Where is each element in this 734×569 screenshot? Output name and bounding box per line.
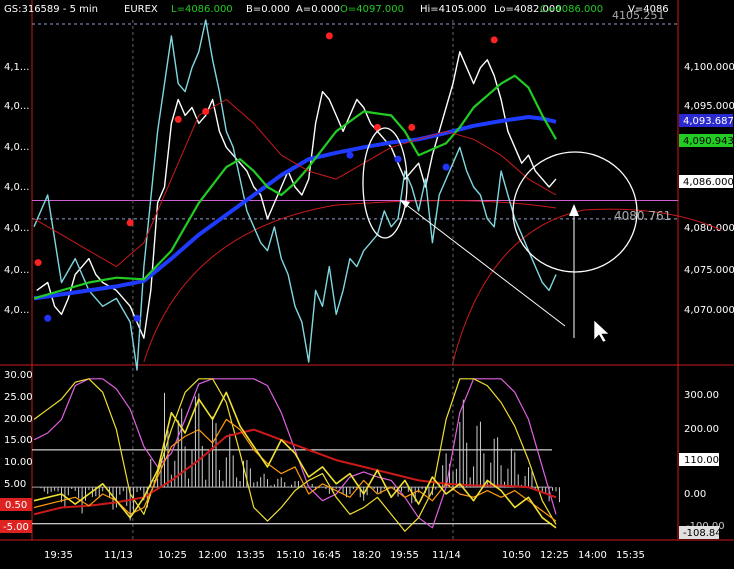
price-tag-white-text: 4,086.000 xyxy=(683,177,734,188)
red-signal-dot xyxy=(325,32,333,40)
header-close: C=4086.000 xyxy=(540,4,603,15)
time-label: 15:10 xyxy=(276,550,305,561)
price-right-label: 4,070.000 xyxy=(684,305,734,316)
blue-signal-dot xyxy=(442,163,450,171)
price-left-label: 4,0... xyxy=(4,182,29,193)
price-left-label: 4,0... xyxy=(4,305,29,316)
price-left-label: 4,0... xyxy=(4,223,29,234)
indicator-left-label: 25.00 xyxy=(4,392,33,403)
price-left-label: 4,0... xyxy=(4,101,29,112)
chart-window: GS:316589 - 5 min EUREX L=4086.000 B=0.0… xyxy=(0,0,734,565)
indicator-left-label: 20.00 xyxy=(4,414,33,425)
time-label: 18:20 xyxy=(352,550,381,561)
header-symbol: GS:316589 - 5 min xyxy=(4,4,98,15)
price-right-label: 4,075.000 xyxy=(684,265,734,276)
chart-canvas[interactable]: GS:316589 - 5 min EUREX L=4086.000 B=0.0… xyxy=(0,0,734,565)
indicator-right-label: 0.00 xyxy=(684,489,706,500)
price-left-label: 4,1... xyxy=(4,62,29,73)
red-signal-dot xyxy=(202,107,210,115)
price-left-label: 4,0... xyxy=(4,142,29,153)
indicator-red-tag-text: -5.00 xyxy=(3,522,29,533)
price-right-label: 4,095.000 xyxy=(684,101,734,112)
indicator-left-label: 5.00 xyxy=(4,479,26,490)
indicator-left-label: 10.00 xyxy=(4,457,33,468)
header-high: Hi=4105.000 xyxy=(420,4,486,15)
price-tag-blue-text: 4,093.687 xyxy=(683,116,734,127)
time-label: 15:35 xyxy=(616,550,645,561)
blue-signal-dot xyxy=(346,151,354,159)
time-label: 10:50 xyxy=(502,550,531,561)
header-last: L=4086.000 xyxy=(171,4,233,15)
blue-signal-dot xyxy=(394,155,402,163)
indicator-red-tag-text: 0.50 xyxy=(5,500,27,511)
price-top-partial-label: 4105.251 xyxy=(612,9,665,22)
header-exchange: EUREX xyxy=(124,4,158,15)
red-signal-dot xyxy=(490,36,498,44)
indicator-right-label: 300.00 xyxy=(684,390,719,401)
blue-signal-dot xyxy=(44,314,52,322)
header-bid: B=0.000 xyxy=(246,4,290,15)
chart-background xyxy=(0,0,734,565)
red-signal-dot xyxy=(174,115,182,123)
time-label: 13:35 xyxy=(236,550,265,561)
blue-signal-dot xyxy=(133,314,141,322)
time-label: 12:00 xyxy=(198,550,227,561)
price-right-label: 4,100.000 xyxy=(684,62,734,73)
dashed-level-label: 4080.761 xyxy=(614,209,671,223)
time-label: 11/13 xyxy=(104,550,133,561)
time-label: 19:35 xyxy=(44,550,73,561)
time-label: 16:45 xyxy=(312,550,341,561)
time-label: 10:25 xyxy=(158,550,187,561)
red-signal-dot xyxy=(126,219,134,227)
price-tag-green-text: 4,090.943 xyxy=(683,136,734,147)
price-left-label: 4,0... xyxy=(4,265,29,276)
time-label: 19:55 xyxy=(390,550,419,561)
time-label: 14:00 xyxy=(578,550,607,561)
indicator-bottom-tag-text: -108.84 xyxy=(683,528,722,539)
header-ask: A=0.000 xyxy=(296,4,340,15)
red-signal-dot xyxy=(34,259,42,267)
indicator-left-label: 15.00 xyxy=(4,435,33,446)
indicator-left-label: 30.00 xyxy=(4,370,33,381)
red-signal-dot xyxy=(408,123,416,131)
time-label: 12:25 xyxy=(540,550,569,561)
indicator-right-label: 200.00 xyxy=(684,424,719,435)
time-label: 11/14 xyxy=(432,550,461,561)
header-open: O=4097.000 xyxy=(340,4,404,15)
indicator-level-tag-text: 110.00 xyxy=(684,455,719,466)
